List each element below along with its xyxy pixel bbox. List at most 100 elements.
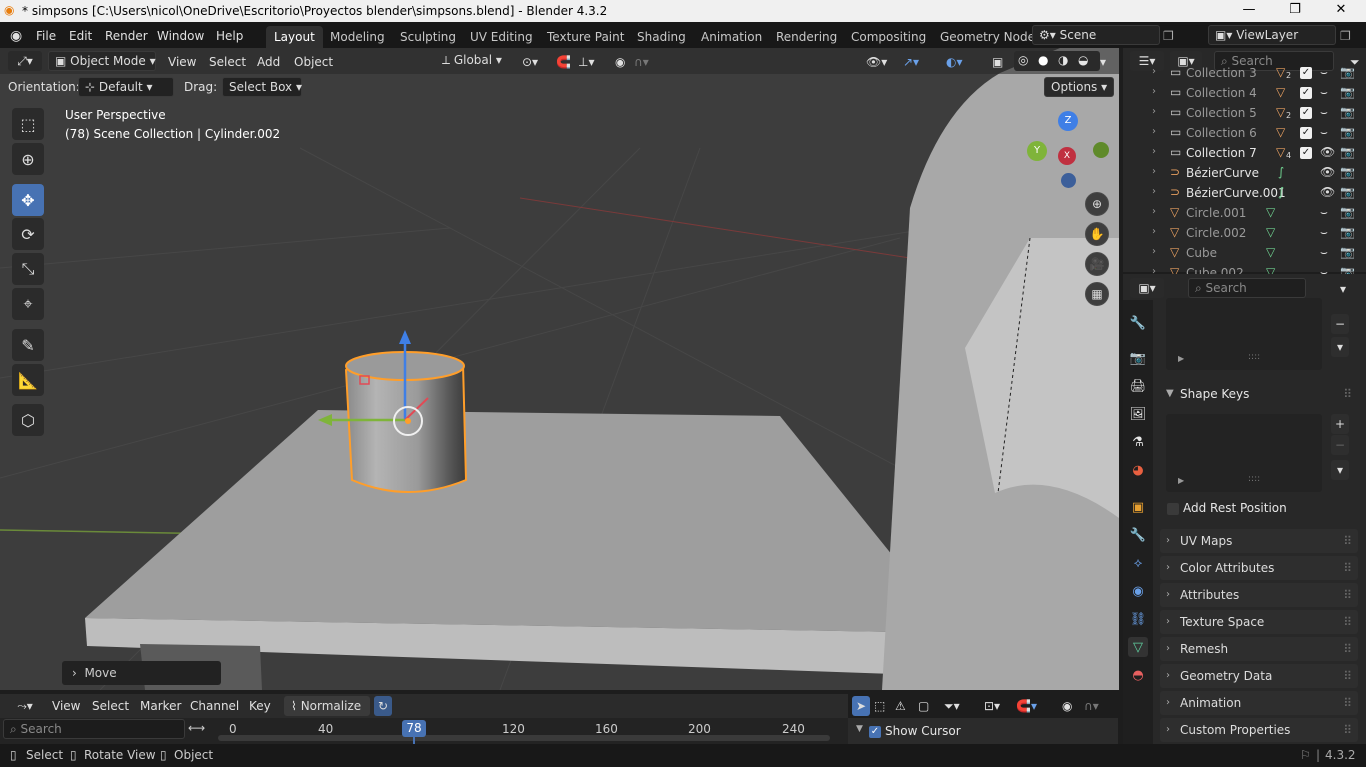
- constraints-tab-icon[interactable]: ⛓: [1128, 609, 1148, 629]
- panel-texture-space[interactable]: › Texture Space ⠿: [1160, 610, 1358, 634]
- transform-orientation-selector[interactable]: ⟂ Global ▾: [436, 51, 514, 71]
- expand-arrow-icon[interactable]: ›: [1152, 126, 1156, 137]
- hidden-eye-icon[interactable]: ⌣: [1320, 245, 1328, 260]
- tab-layout[interactable]: Layout: [266, 26, 323, 48]
- panel-color-attributes[interactable]: › Color Attributes ⠿: [1160, 556, 1358, 580]
- view-layer-tab-icon[interactable]: 🖼: [1128, 404, 1148, 424]
- expand-arrow-icon[interactable]: ›: [1152, 226, 1156, 237]
- orientation-selector[interactable]: ⊹ Default ▾: [78, 77, 174, 97]
- drag-handle-icon[interactable]: ⠿: [1343, 610, 1352, 634]
- world-tab-icon[interactable]: ◕: [1128, 460, 1148, 480]
- outliner-row[interactable]: › ▭ Collection 3 ▽ 2 ✓ ⌣ 📷: [1126, 63, 1366, 80]
- physics-tab-icon[interactable]: ◉: [1128, 581, 1148, 601]
- wireframe-shading-icon[interactable]: ◎: [1018, 53, 1028, 67]
- blender-menu-icon[interactable]: ◉: [10, 27, 22, 45]
- outliner-row[interactable]: › ▽ Circle.002 ▽ ⌣ 📷: [1126, 223, 1366, 243]
- panel-geometry-data[interactable]: › Geometry Data ⠿: [1160, 664, 1358, 688]
- eye-icon[interactable]: 👁: [1320, 145, 1335, 159]
- options-dropdown[interactable]: Options ▾: [1044, 77, 1114, 97]
- gizmo-x-axis[interactable]: X: [1058, 147, 1076, 165]
- panel-animation[interactable]: › Animation ⠿: [1160, 691, 1358, 715]
- eye-icon[interactable]: 👁: [1320, 185, 1335, 199]
- normalize-toggle[interactable]: ⌇ Normalize: [284, 696, 370, 716]
- menu-edit[interactable]: Edit: [69, 27, 92, 45]
- menu-object[interactable]: Object: [294, 53, 333, 71]
- snap-target-icon[interactable]: ⊥▾: [578, 53, 594, 71]
- rotate-tool[interactable]: ⟳: [12, 218, 44, 250]
- timeline-editor-type-icon[interactable]: ⤳▾: [8, 696, 42, 716]
- snap-icon[interactable]: 🧲: [556, 53, 571, 71]
- outliner-row[interactable]: › ▭ Collection 4 ▽ ✓ ⌣ 📷: [1126, 83, 1366, 103]
- vertex-group-menu-icon[interactable]: ▾: [1331, 337, 1349, 357]
- tab-rendering[interactable]: Rendering: [768, 26, 845, 48]
- eye-icon[interactable]: ⌣: [1320, 125, 1328, 140]
- drag-handle-icon[interactable]: ⠿: [1343, 583, 1352, 607]
- camera-view-icon[interactable]: 🎥: [1085, 252, 1109, 276]
- zoom-icon[interactable]: ⊕: [1085, 192, 1109, 216]
- menu-help[interactable]: Help: [216, 27, 243, 45]
- expand-arrow-icon[interactable]: ›: [1152, 166, 1156, 177]
- cursor-tool[interactable]: ⊕: [12, 143, 44, 175]
- maximize-button[interactable]: ❐: [1272, 0, 1318, 22]
- properties-search-input[interactable]: ⌕ Search: [1188, 278, 1306, 298]
- particles-tab-icon[interactable]: ⟡: [1128, 553, 1148, 573]
- shape-keys-header[interactable]: ▼ Shape Keys ⠿: [1160, 383, 1358, 405]
- menu-view[interactable]: View: [168, 53, 196, 71]
- editor-type-icon[interactable]: ⤢▾: [8, 51, 42, 71]
- drag-handle-icon[interactable]: ⠿: [1343, 383, 1352, 405]
- expand-arrow-icon[interactable]: ›: [1152, 246, 1156, 257]
- exclude-checkbox[interactable]: ✓: [1300, 87, 1312, 99]
- menu-file[interactable]: File: [36, 27, 56, 45]
- shape-key-menu-icon[interactable]: ▾: [1331, 460, 1349, 480]
- mode-selector[interactable]: ▣ Object Mode ▾: [48, 51, 156, 71]
- drag-handle-icon[interactable]: ⠿: [1343, 556, 1352, 580]
- camera-icon[interactable]: 📷: [1340, 225, 1355, 239]
- expand-arrow-icon[interactable]: ›: [1152, 206, 1156, 217]
- panel-attributes[interactable]: › Attributes ⠿: [1160, 583, 1358, 607]
- gizmo-z-axis[interactable]: Z: [1058, 111, 1078, 131]
- tab-geometry-nodes[interactable]: Geometry Node: [932, 26, 1043, 48]
- data-tab-icon[interactable]: ▽: [1128, 637, 1148, 657]
- timeline-menu-marker[interactable]: Marker: [140, 697, 181, 715]
- frame-toggle-icon[interactable]: ▢: [918, 697, 929, 715]
- move-tool[interactable]: ✥: [12, 184, 44, 216]
- new-scene-icon[interactable]: ❐: [1163, 27, 1174, 45]
- add-cube-tool[interactable]: ⬡: [12, 404, 44, 436]
- pivot-icon[interactable]: ⊡▾: [984, 697, 1000, 715]
- solid-shading-icon[interactable]: ●: [1038, 53, 1048, 67]
- expand-arrow-icon[interactable]: ›: [1152, 66, 1156, 77]
- material-shading-icon[interactable]: ◑: [1058, 53, 1068, 67]
- last-operator-panel[interactable]: › Move: [62, 661, 221, 685]
- drag-handle-icon[interactable]: ⠿: [1343, 718, 1352, 742]
- shading-options-icon[interactable]: ▾: [1100, 53, 1106, 71]
- annotate-tool[interactable]: ✎: [12, 329, 44, 361]
- drag-handle-icon[interactable]: ⠿: [1343, 691, 1352, 715]
- outliner-row[interactable]: › ⊃ BézierCurve ∫ 👁 📷: [1126, 163, 1366, 183]
- viewlayer-selector[interactable]: ▣▾ ViewLayer: [1208, 25, 1336, 45]
- outliner-row[interactable]: › ▭ Collection 6 ▽ ✓ ⌣ 📷: [1126, 123, 1366, 143]
- camera-icon[interactable]: 📷: [1340, 65, 1355, 79]
- vertex-groups-list[interactable]: ▶ ::::: [1166, 298, 1322, 370]
- swap-arrows-icon[interactable]: ⟷: [188, 721, 205, 735]
- camera-icon[interactable]: 📷: [1340, 205, 1355, 219]
- show-cursor-checkbox[interactable]: ✓: [869, 726, 881, 738]
- minimize-button[interactable]: —: [1226, 0, 1272, 22]
- drag-selector[interactable]: Select Box ▾: [222, 77, 302, 97]
- render-tab-icon[interactable]: 📷: [1128, 348, 1148, 368]
- remove-vertex-group-button[interactable]: −: [1331, 314, 1349, 334]
- scene-tab-icon[interactable]: ⚗: [1128, 432, 1148, 452]
- curve-icon[interactable]: ∩▾: [1084, 697, 1099, 715]
- camera-icon[interactable]: 📷: [1340, 145, 1355, 159]
- drag-handle-icon[interactable]: ⠿: [1343, 637, 1352, 661]
- show-hidden-icon[interactable]: ⬚: [874, 697, 885, 715]
- panel-custom-properties[interactable]: › Custom Properties ⠿: [1160, 718, 1358, 742]
- outliner-row[interactable]: › ▭ Collection 5 ▽ 2 ✓ ⌣ 📷: [1126, 103, 1366, 123]
- tool-tab-icon[interactable]: 🔧: [1128, 313, 1148, 333]
- hidden-eye-icon[interactable]: ⌣: [1320, 205, 1328, 220]
- close-button[interactable]: ✕: [1318, 0, 1364, 22]
- scene-selector[interactable]: ⚙▾ Scene: [1032, 25, 1160, 45]
- resize-grip-icon[interactable]: ::::: [1248, 352, 1260, 362]
- camera-icon[interactable]: 📷: [1340, 185, 1355, 199]
- timeline-search-input[interactable]: ⌕ Search: [3, 719, 185, 739]
- visibility-icon[interactable]: 👁▾: [866, 53, 887, 71]
